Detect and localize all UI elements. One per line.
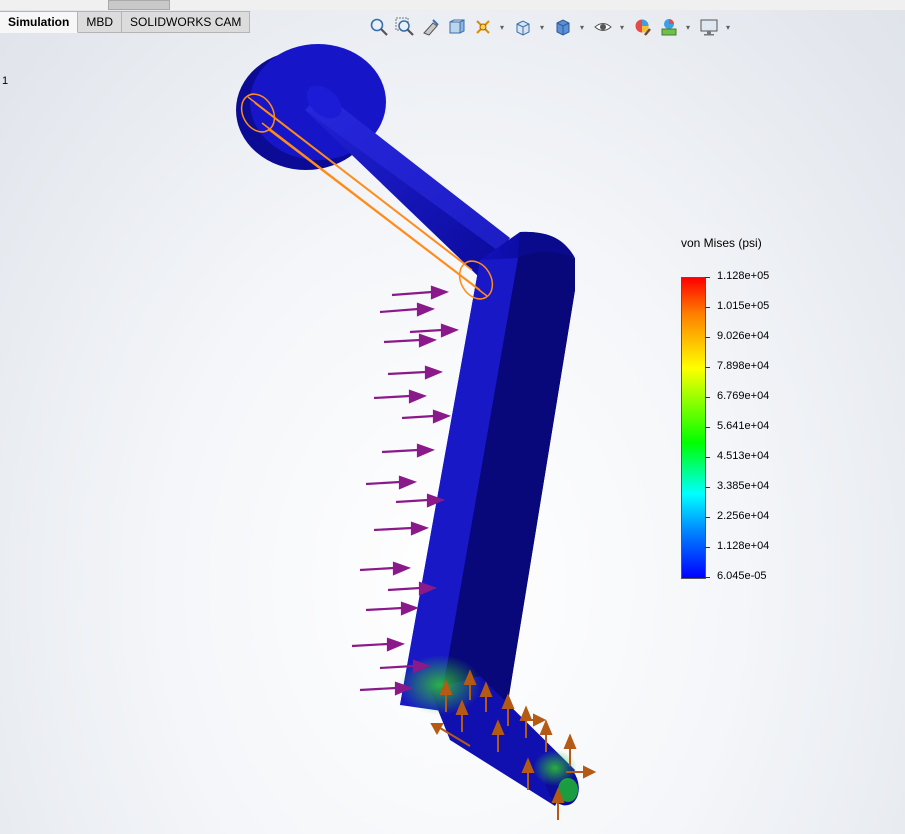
- legend-title: von Mises (psi): [681, 236, 762, 250]
- legend-tick: [705, 337, 710, 338]
- legend-tick: [705, 277, 710, 278]
- legend-color-bar: [681, 277, 706, 579]
- stress-legend[interactable]: von Mises (psi) 1.128e+05 1.015e+05 9.026e…: [681, 236, 801, 586]
- legend-value: 1.128e+05: [717, 270, 770, 282]
- legend-value: 6.045e-05: [717, 570, 767, 582]
- legend-value: 1.128e+04: [717, 540, 770, 552]
- legend-value: 3.385e+04: [717, 480, 770, 492]
- legend-value: 2.256e+04: [717, 510, 770, 522]
- crank-part-model[interactable]: [236, 44, 585, 810]
- legend-tick: [705, 457, 710, 458]
- legend-tick: [705, 487, 710, 488]
- legend-tick: [705, 427, 710, 428]
- legend-tick: [705, 517, 710, 518]
- legend-value: 4.513e+04: [717, 450, 770, 462]
- legend-tick: [705, 577, 710, 578]
- legend-value: 1.015e+05: [717, 300, 770, 312]
- legend-tick: [705, 307, 710, 308]
- legend-tick: [705, 547, 710, 548]
- legend-value: 9.026e+04: [717, 330, 770, 342]
- legend-value: 6.769e+04: [717, 390, 770, 402]
- legend-value: 5.641e+04: [717, 420, 770, 432]
- legend-tick: [705, 397, 710, 398]
- legend-value: 7.898e+04: [717, 360, 770, 372]
- legend-tick: [705, 367, 710, 368]
